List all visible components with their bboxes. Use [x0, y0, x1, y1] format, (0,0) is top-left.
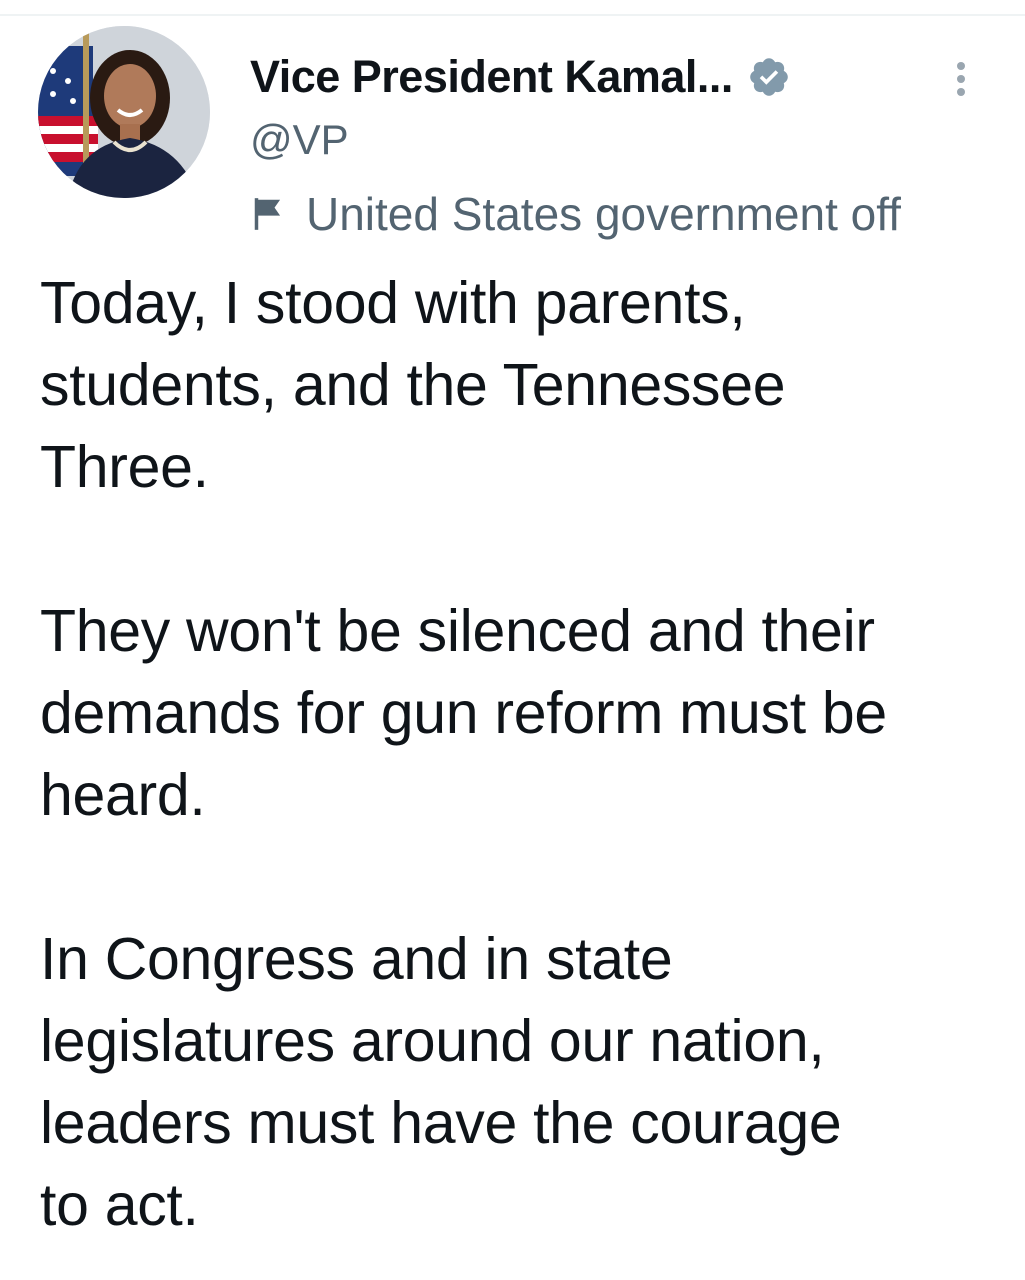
flag-icon	[250, 195, 288, 233]
avatar[interactable]	[38, 26, 210, 198]
top-divider	[0, 14, 1025, 16]
author-display-name[interactable]: Vice President Kamal...	[250, 51, 733, 103]
more-vertical-icon[interactable]	[946, 54, 976, 104]
tweet-paragraph: Today, I stood with parents, students, a…	[40, 270, 786, 500]
affiliation-label-row[interactable]: United States government off	[250, 184, 1025, 244]
author-name-row: Vice President Kamal...	[250, 44, 1025, 110]
affiliation-label: United States government off	[306, 188, 901, 240]
tweet-text: Today, I stood with parents, students, a…	[40, 262, 1015, 1246]
tweet-paragraph: In Congress and in state legislatures ar…	[40, 926, 842, 1238]
author-handle[interactable]: @VP	[250, 110, 1025, 170]
tweet-header: Vice President Kamal... @VP United State…	[250, 44, 1025, 244]
avatar-image	[38, 26, 210, 198]
tweet-paragraph: They won't be silenced and their demands…	[40, 598, 887, 828]
verified-badge-icon[interactable]	[747, 55, 791, 99]
